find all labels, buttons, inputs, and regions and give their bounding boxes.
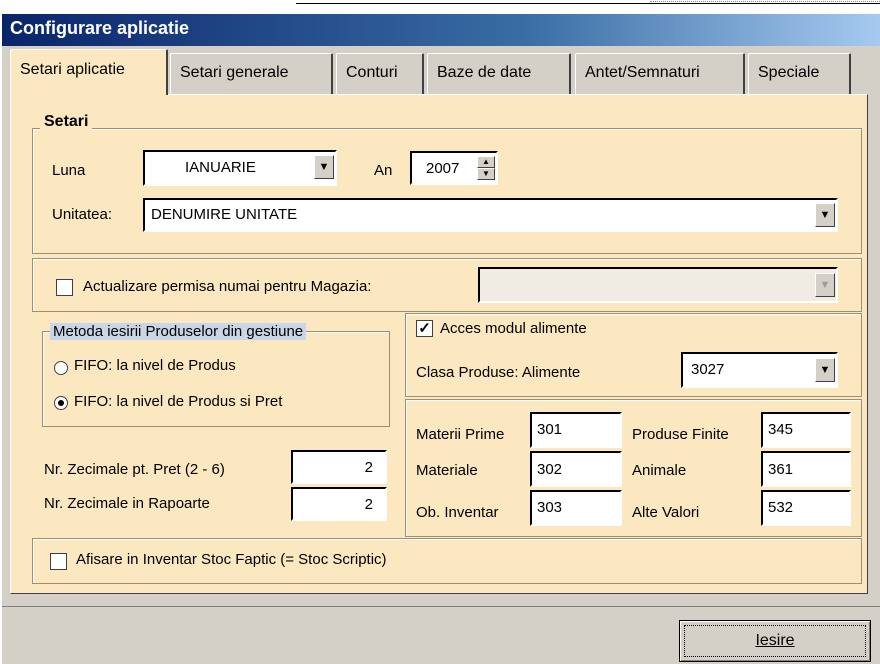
an-label: An <box>374 162 393 179</box>
tab-antet-semnaturi[interactable]: Antet/Semnaturi <box>575 53 745 95</box>
clasa-produse-select[interactable]: 3027 ▼ <box>681 352 838 388</box>
animale-input[interactable]: 361 <box>761 451 851 487</box>
unitatea-select[interactable]: DENUMIRE UNITATE ▼ <box>143 198 838 232</box>
chevron-down-icon[interactable]: ▼ <box>314 155 334 179</box>
tab-baze-de-date[interactable]: Baze de date <box>427 53 571 95</box>
zecimale-rapoarte-label: Nr. Zecimale in Rapoarte <box>44 495 210 512</box>
luna-label: Luna <box>52 162 86 179</box>
top-dotted-line <box>650 1 880 3</box>
metoda-option-produs: FIFO: la nivel de Produs <box>74 357 236 374</box>
iesire-button[interactable]: Iesire <box>679 620 871 662</box>
acces-alimente-label: Acces modul alimente <box>440 320 587 337</box>
produse-finite-input[interactable]: 345 <box>761 412 851 448</box>
tab-setari-generale[interactable]: Setari generale <box>170 53 333 95</box>
metoda-radio-produs-pret[interactable] <box>54 396 68 410</box>
setari-group <box>32 128 862 254</box>
chevron-down-icon[interactable]: ▼ <box>815 358 835 382</box>
alte-valori-label: Alte Valori <box>632 504 700 521</box>
tab-setari-aplicatie[interactable]: Setari aplicatie <box>10 49 168 95</box>
produse-finite-label: Produse Finite <box>632 426 729 443</box>
alte-valori-input[interactable]: 532 <box>761 490 851 526</box>
metoda-group <box>42 331 390 427</box>
animale-label: Animale <box>632 462 687 479</box>
magazia-checkbox[interactable] <box>56 279 73 296</box>
focus-rect <box>684 625 866 657</box>
zecimale-pret-label: Nr. Zecimale pt. Pret (2 - 6) <box>44 461 225 478</box>
chevron-down-icon[interactable]: ▼ <box>815 273 835 297</box>
luna-select[interactable]: IANUARIE ▼ <box>143 150 337 186</box>
ob-inventar-input[interactable]: 303 <box>530 490 622 526</box>
materii-prime-input[interactable]: 301 <box>530 412 622 448</box>
spin-updown-icon[interactable]: ▲ ▼ <box>477 156 495 180</box>
chevron-down-icon[interactable]: ▼ <box>815 203 835 227</box>
metoda-radio-produs[interactable] <box>54 361 68 375</box>
clasa-produse-label: Clasa Produse: Alimente <box>416 364 581 381</box>
materii-prime-label: Materii Prime <box>416 426 505 443</box>
materiale-label: Materiale <box>416 462 478 479</box>
checkmark-icon[interactable]: ✓ <box>416 320 433 337</box>
metoda-option-produs-pret: FIFO: la nivel de Produs si Pret <box>74 393 283 410</box>
magazia-label: Actualizare permisa numai pentru Magazia… <box>83 278 372 295</box>
window-title: Configurare aplicatie <box>2 14 880 46</box>
unitatea-label: Unitatea: <box>52 206 113 223</box>
zecimale-rapoarte-input[interactable]: 2 <box>291 487 387 521</box>
afisare-label: Afisare in Inventar Stoc Faptic (= Stoc … <box>76 551 387 568</box>
setari-legend: Setari <box>40 113 93 131</box>
ob-inventar-label: Ob. Inventar <box>416 504 499 521</box>
tab-speciale[interactable]: Speciale <box>748 53 851 95</box>
tab-conturi[interactable]: Conturi <box>336 53 424 95</box>
top-border-line <box>296 3 880 4</box>
bottom-divider <box>2 606 880 607</box>
materiale-input[interactable]: 302 <box>530 451 622 487</box>
afisare-checkbox[interactable] <box>50 553 67 570</box>
an-spinner[interactable]: 2007 ▲ ▼ <box>410 151 498 185</box>
metoda-legend: Metoda iesirii Produselor din gestiune <box>50 323 307 340</box>
magazia-select[interactable]: ▼ <box>478 267 838 303</box>
zecimale-pret-input[interactable]: 2 <box>291 450 387 484</box>
